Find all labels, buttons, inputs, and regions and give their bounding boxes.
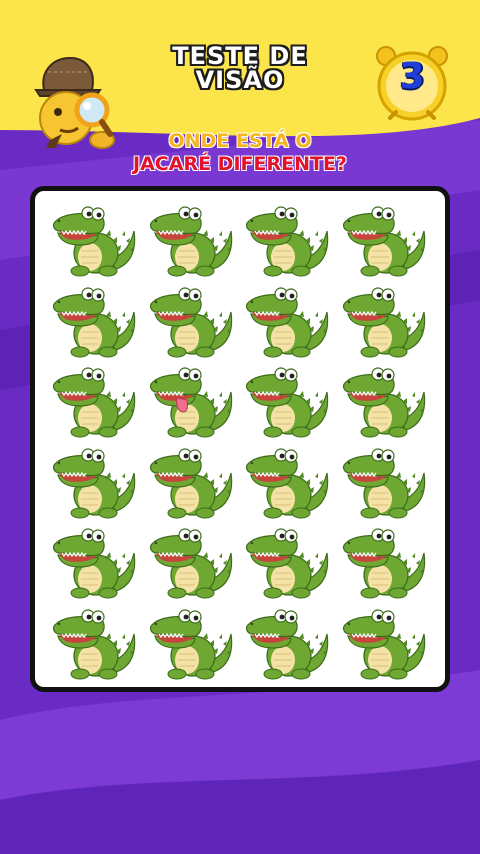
crocodile-icon bbox=[149, 609, 232, 680]
crocodile-cell[interactable] bbox=[144, 441, 241, 522]
crocodile-icon bbox=[245, 609, 329, 680]
crocodile-icon bbox=[149, 528, 232, 599]
crocodile-cell-different[interactable] bbox=[144, 360, 241, 441]
timer-value: 3 bbox=[399, 56, 425, 97]
crocodile-cell[interactable] bbox=[337, 602, 434, 683]
crocodile-cell[interactable] bbox=[240, 360, 337, 441]
crocodile-icon bbox=[149, 367, 232, 438]
crocodile-cell[interactable] bbox=[47, 602, 144, 683]
question-line-1: ONDE ESTÁ O bbox=[168, 130, 312, 152]
crocodile-icon bbox=[245, 367, 329, 438]
puzzle-board bbox=[30, 186, 450, 692]
countdown-timer: 3 bbox=[372, 42, 452, 122]
question-text: ONDE ESTÁ O JACARÉ DIFERENTE? bbox=[90, 130, 390, 176]
crocodile-cell[interactable] bbox=[337, 441, 434, 522]
crocodile-icon bbox=[149, 206, 232, 277]
crocodile-cell[interactable] bbox=[240, 521, 337, 602]
crocodile-icon bbox=[149, 448, 232, 519]
crocodile-cell[interactable] bbox=[47, 199, 144, 280]
crocodile-cell[interactable] bbox=[47, 441, 144, 522]
crocodile-cell[interactable] bbox=[47, 360, 144, 441]
crocodile-icon bbox=[52, 286, 136, 358]
crocodile-icon bbox=[52, 448, 136, 519]
crocodile-icon bbox=[52, 206, 136, 277]
crocodile-cell[interactable] bbox=[337, 360, 434, 441]
crocodile-grid bbox=[47, 199, 433, 683]
crocodile-cell[interactable] bbox=[240, 280, 337, 361]
crocodile-cell[interactable] bbox=[240, 602, 337, 683]
crocodile-icon bbox=[342, 609, 425, 680]
game-title: TESTE DE VISÃO bbox=[140, 44, 340, 92]
crocodile-icon bbox=[342, 528, 425, 599]
crocodile-cell[interactable] bbox=[240, 441, 337, 522]
crocodile-cell[interactable] bbox=[144, 521, 241, 602]
crocodile-icon bbox=[149, 286, 232, 358]
crocodile-icon bbox=[342, 206, 425, 277]
crocodile-cell[interactable] bbox=[337, 199, 434, 280]
crocodile-cell[interactable] bbox=[144, 280, 241, 361]
crocodile-icon bbox=[245, 448, 329, 519]
crocodile-cell[interactable] bbox=[337, 280, 434, 361]
crocodile-cell[interactable] bbox=[144, 199, 241, 280]
crocodile-cell[interactable] bbox=[337, 521, 434, 602]
title-line-1: TESTE DE bbox=[172, 42, 308, 70]
crocodile-icon bbox=[245, 206, 329, 277]
crocodile-icon bbox=[245, 286, 329, 358]
crocodile-icon bbox=[245, 528, 329, 599]
crocodile-icon bbox=[342, 448, 425, 519]
question-line-2: JACARÉ DIFERENTE? bbox=[133, 153, 347, 175]
crocodile-icon bbox=[342, 286, 425, 358]
crocodile-icon bbox=[52, 528, 136, 599]
crocodile-cell[interactable] bbox=[47, 521, 144, 602]
crocodile-cell[interactable] bbox=[144, 602, 241, 683]
crocodile-icon bbox=[52, 367, 136, 438]
crocodile-icon bbox=[342, 367, 425, 438]
title-line-2: VISÃO bbox=[195, 66, 285, 94]
crocodile-icon bbox=[52, 609, 136, 680]
crocodile-cell[interactable] bbox=[240, 199, 337, 280]
crocodile-cell[interactable] bbox=[47, 280, 144, 361]
